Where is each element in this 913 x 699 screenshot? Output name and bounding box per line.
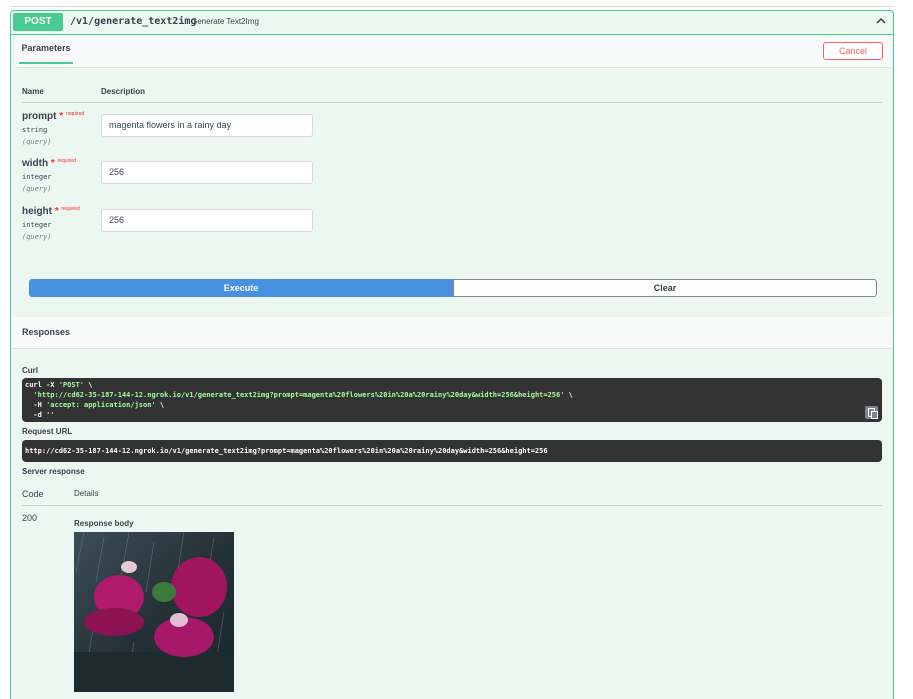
response-body-label: Response body [74,519,134,528]
prompt-input[interactable]: magenta flowers in a rainy day [101,114,313,137]
top-divider [10,6,894,7]
curl-text: -d [25,411,47,419]
required-star: * [59,111,64,122]
table-header-divider [22,102,882,103]
parameters-section-header: Parameters Cancel [15,36,891,68]
generated-image-art [74,532,234,692]
curl-text: curl -X [25,381,59,389]
server-response-label: Server response [22,467,85,476]
curl-line: -d '' [25,410,879,420]
param-name-prompt: prompt * required [22,111,84,122]
param-in-height: (query) [22,233,52,241]
column-header-description: Description [101,87,146,96]
curl-line: 'http://cd62-35-187-144-12.ngrok.io/v1/g… [25,390,879,400]
param-type-height: integer [22,221,52,229]
curl-line: curl -X 'POST' \ [25,380,879,390]
operation-summary-text: Generate Text2Img [191,17,259,26]
required-text: required [61,206,80,212]
curl-string: 'accept: application/json' [46,401,156,409]
curl-line: -H 'accept: application/json' \ [25,400,879,410]
param-in-prompt: (query) [22,138,52,146]
curl-string: '' [46,411,55,419]
copy-icon[interactable] [865,406,878,419]
curl-text: \ [564,391,573,399]
tab-parameters[interactable]: Parameters [19,43,73,64]
chevron-up-icon[interactable] [875,15,887,27]
responses-section-header: Responses [11,317,893,349]
column-header-name: Name [22,87,44,96]
param-type-width: integer [22,173,52,181]
curl-text: \ [155,401,165,409]
param-label: width [22,158,49,169]
param-type-prompt: string [22,126,48,134]
required-text: required [65,111,85,117]
param-in-width: (query) [22,185,52,193]
method-badge: POST [13,13,63,31]
curl-string: 'POST' [58,381,85,389]
width-input[interactable]: 256 [101,161,313,184]
height-input[interactable]: 256 [101,209,313,232]
clear-button[interactable]: Clear [453,279,877,297]
execute-button[interactable]: Execute [29,279,453,297]
curl-text: \ [84,381,93,389]
details-column-header: Details [74,489,99,498]
operation-block-post: POST /v1/generate_text2img Generate Text… [10,10,894,699]
request-url-block[interactable]: http://cd62-35-187-144-12.ngrok.io/v1/ge… [22,440,882,462]
param-name-width: width * required [22,158,76,169]
operation-summary[interactable]: POST /v1/generate_text2img Generate Text… [11,11,893,35]
curl-text: -H [25,401,47,409]
generated-image [74,532,234,692]
param-label: prompt [22,111,57,122]
responses-title: Responses [22,327,71,337]
curl-code-block[interactable]: curl -X 'POST' \ 'http://cd62-35-187-144… [22,378,882,422]
response-table-divider [22,505,882,506]
required-star: * [50,158,55,169]
curl-string: 'http://cd62-35-187-144-12.ngrok.io/v1/g… [33,391,565,399]
curl-label: Curl [22,366,38,375]
required-text: required [57,158,76,164]
cancel-button[interactable]: Cancel [823,42,883,60]
required-star: * [54,206,59,217]
code-column-header: Code [22,489,44,499]
response-status-code: 200 [22,513,38,523]
operation-path: /v1/generate_text2img [70,16,197,27]
param-label: height [22,206,52,217]
param-name-height: height * required [22,206,80,217]
request-url-label: Request URL [22,427,73,436]
